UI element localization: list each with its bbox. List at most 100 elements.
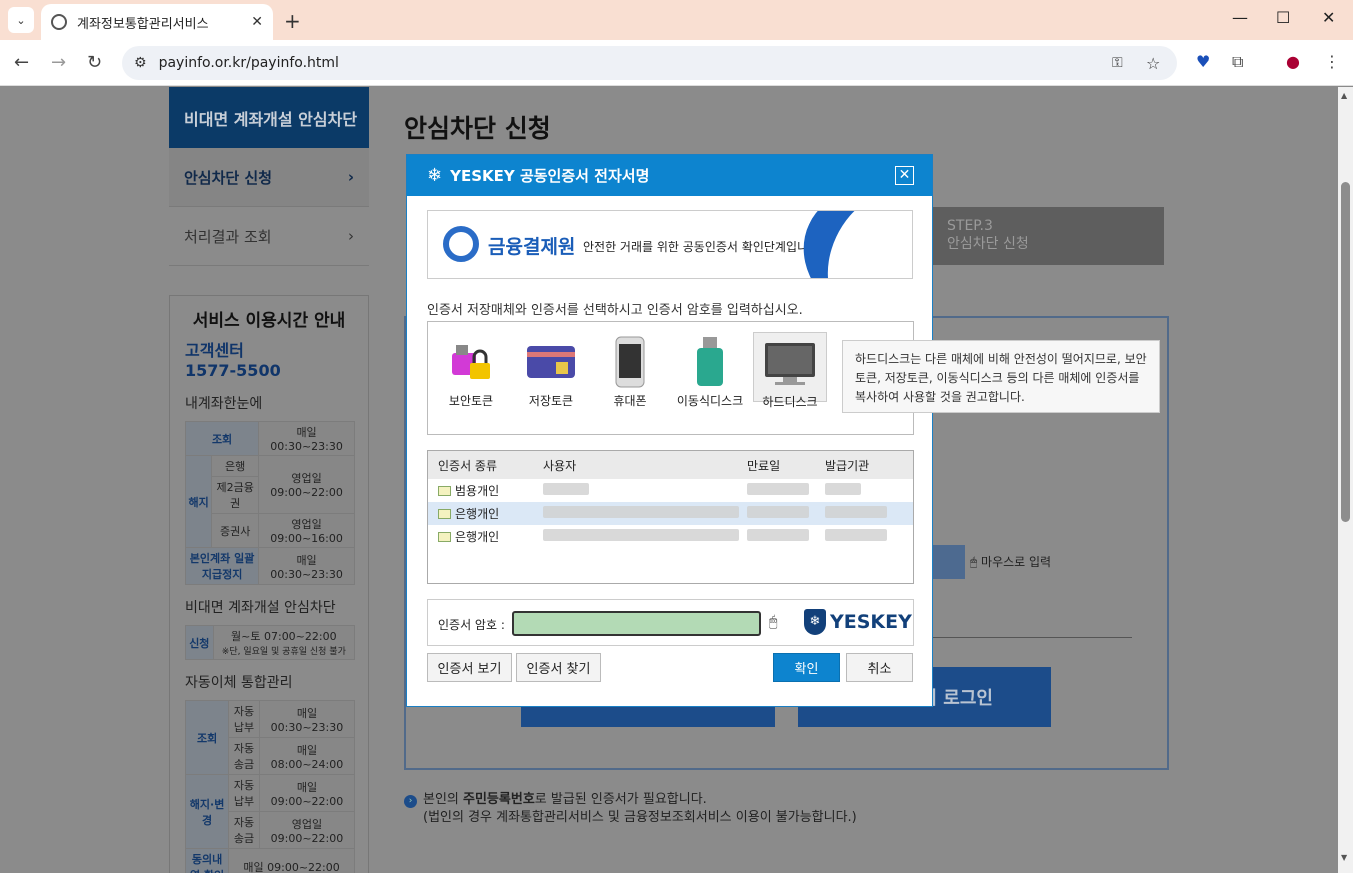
- site-settings-icon[interactable]: ⚙: [134, 55, 147, 71]
- media-label: 이동식디스크: [676, 394, 744, 408]
- cert-type: 은행개인: [455, 507, 500, 521]
- media-hard-disk[interactable]: 하드디스크: [753, 332, 827, 409]
- media-label: 저장토큰: [528, 394, 574, 408]
- forward-icon[interactable]: →: [51, 52, 66, 73]
- table-cell: 해지: [184, 455, 213, 548]
- phone-icon: [593, 332, 667, 392]
- column-header: 사용자: [543, 458, 577, 473]
- redacted-expiry: [747, 506, 809, 518]
- media-security-token[interactable]: 보안토큰: [434, 332, 508, 409]
- find-cert-button[interactable]: 인증서 찾기: [516, 653, 601, 682]
- yeskey-shield-icon: ❄: [804, 609, 826, 635]
- customer-center-phone: 1577-5500: [185, 361, 281, 380]
- left-navigation: 비대면 계좌개설 안심차단 안심차단 신청 › 처리결과 조회 ›: [169, 87, 369, 266]
- cert-type: 범용개인: [455, 484, 500, 498]
- hard-disk-icon: [754, 333, 826, 393]
- redacted-issuer: [825, 506, 887, 518]
- certificate-row-selected[interactable]: 은행개인: [428, 502, 913, 525]
- snowflake-icon: ❄: [427, 165, 443, 186]
- table-cell: 증권사: [211, 513, 260, 548]
- table-cell: 해지·변경: [184, 774, 230, 849]
- hours-note: ※단, 일요일 및 공휴일 신청 불가: [221, 647, 346, 657]
- table-cell: 자동납부: [228, 774, 260, 812]
- cancel-button[interactable]: 취소: [846, 653, 913, 682]
- usb-drive-icon: [673, 332, 747, 392]
- mouse-icon: 🖱: [970, 555, 978, 569]
- notice-bold: 주민등록번호: [463, 792, 535, 807]
- customer-center-label: 고객센터: [185, 341, 244, 360]
- confirm-button[interactable]: 확인: [773, 653, 840, 682]
- back-icon[interactable]: ←: [14, 52, 29, 73]
- address-bar[interactable]: ⚙ payinfo.or.kr/payinfo.html ⚿ ☆: [122, 46, 1177, 80]
- bookmark-star-icon[interactable]: ☆: [1146, 54, 1160, 73]
- scroll-down-icon[interactable]: ▼: [1341, 853, 1347, 862]
- menu-kebab-icon[interactable]: ⋮: [1324, 52, 1340, 71]
- tab-close-button[interactable]: ✕: [251, 14, 263, 30]
- extension-heart-icon[interactable]: ♥: [1196, 52, 1210, 71]
- table-cell: 매일 08:00~24:00: [258, 737, 356, 775]
- table-cell: 자동송금: [228, 811, 260, 849]
- maximize-button[interactable]: ☐: [1276, 8, 1290, 27]
- step3-box: STEP.3 안심차단 신청: [932, 207, 1164, 265]
- table-cell: 영업일 09:00~22:00: [258, 455, 355, 514]
- redacted-user: [543, 483, 589, 495]
- tab-title: 계좌정보통합관리서비스: [77, 16, 209, 32]
- step-number: STEP.3: [947, 218, 993, 234]
- media-usb-drive[interactable]: 이동식디스크: [673, 332, 747, 409]
- media-label: 보안토큰: [448, 394, 494, 408]
- redacted-user: [543, 506, 739, 518]
- window-close-button[interactable]: ✕: [1322, 8, 1335, 27]
- hours-table-accounts: 조회 매일 00:30~23:30 해지 은행 영업일 09:00~22:00 제2금…: [184, 421, 355, 585]
- section-my-accounts: 내계좌한눈에: [185, 396, 263, 412]
- browser-tab[interactable]: 계좌정보통합관리서비스 ✕: [41, 4, 273, 40]
- certificate-list-header: 인증서 종류 사용자 만료일 발급기관: [428, 451, 913, 479]
- hours-table-auto-transfer: 조회 자동납부 매일 00:30~23:30 자동송금 매일 08:00~24:00 …: [184, 700, 356, 873]
- service-hours-title: 서비스 이용시간 안내: [192, 311, 346, 331]
- table-cell: 영업일 09:00~22:00: [258, 811, 356, 849]
- scrollbar-thumb[interactable]: [1341, 182, 1350, 522]
- certificate-row[interactable]: 은행개인: [428, 525, 913, 548]
- mouse-icon[interactable]: 🖱: [769, 614, 777, 630]
- certificate-icon: [438, 485, 451, 496]
- notice-text: 로 발급된 인증서가 필요합니다.: [534, 792, 707, 807]
- view-cert-button[interactable]: 인증서 보기: [427, 653, 512, 682]
- mouse-input-label[interactable]: 🖱 마우스로 입력: [970, 553, 1051, 570]
- section-safe-block: 비대면 계좌개설 안심차단: [185, 600, 336, 616]
- table-cell: 매일 09:00~22:00: [258, 774, 356, 812]
- certificate-list: 인증서 종류 사용자 만료일 발급기관 범용개인 은행개인 은행개인: [427, 450, 914, 584]
- certificate-row[interactable]: 범용개인: [428, 479, 913, 502]
- yeskey-logo: ❄ YESKEY: [804, 609, 912, 635]
- table-cell: 매일 00:30~23:30: [258, 421, 355, 456]
- hours-table-safe-block: 신청 월~토 07:00~22:00 ※단, 일요일 및 공휴일 신청 불가: [185, 625, 356, 660]
- storage-media-selector: 보안토큰 저장토큰 휴대폰 이동식디스크 하드디스크: [427, 321, 914, 435]
- media-storage-token[interactable]: 저장토큰: [514, 332, 588, 409]
- banner-name: 금융결제원: [488, 236, 576, 258]
- nav-item-apply[interactable]: 안심차단 신청 ›: [169, 148, 369, 207]
- media-phone[interactable]: 휴대폰: [593, 332, 667, 409]
- nav-item-result[interactable]: 처리결과 조회 ›: [169, 207, 369, 266]
- table-cell: 자동송금: [228, 737, 260, 775]
- cert-sign-dialog: ❄ YESKEY 공동인증서 전자서명 ✕ 금융결제원 안전한 거래를 위한 공…: [406, 154, 933, 707]
- minimize-button[interactable]: —: [1232, 8, 1248, 27]
- browser-toolbar: ← → ↻ ⚙ payinfo.or.kr/payinfo.html ⚿ ☆ ♥…: [0, 40, 1353, 86]
- extensions-puzzle-icon[interactable]: ⧉: [1232, 52, 1243, 72]
- new-tab-button[interactable]: +: [284, 9, 301, 33]
- globe-icon: [51, 14, 67, 30]
- tab-list-button[interactable]: ⌄: [8, 7, 34, 33]
- certificate-icon: [438, 531, 451, 542]
- customer-center: 고객센터 1577-5500: [185, 341, 353, 381]
- vertical-scrollbar[interactable]: ▲ ▼: [1338, 87, 1353, 873]
- column-header: 인증서 종류: [438, 458, 498, 473]
- scroll-up-icon[interactable]: ▲: [1341, 91, 1347, 100]
- dialog-close-button[interactable]: ✕: [895, 166, 914, 185]
- table-cell: 동의내역 확인: [184, 848, 230, 873]
- section-auto-transfer: 자동이체 통합관리: [185, 675, 293, 691]
- chevron-right-icon: ›: [347, 168, 354, 186]
- table-cell: 매일 00:30~23:30: [258, 547, 355, 585]
- reload-icon[interactable]: ↻: [87, 52, 102, 73]
- media-label: 하드디스크: [762, 395, 818, 409]
- cert-password-input[interactable]: [512, 611, 761, 636]
- profile-avatar-icon[interactable]: ●: [1286, 52, 1300, 71]
- password-key-icon[interactable]: ⚿: [1112, 55, 1123, 71]
- mouse-input-field[interactable]: [932, 545, 965, 579]
